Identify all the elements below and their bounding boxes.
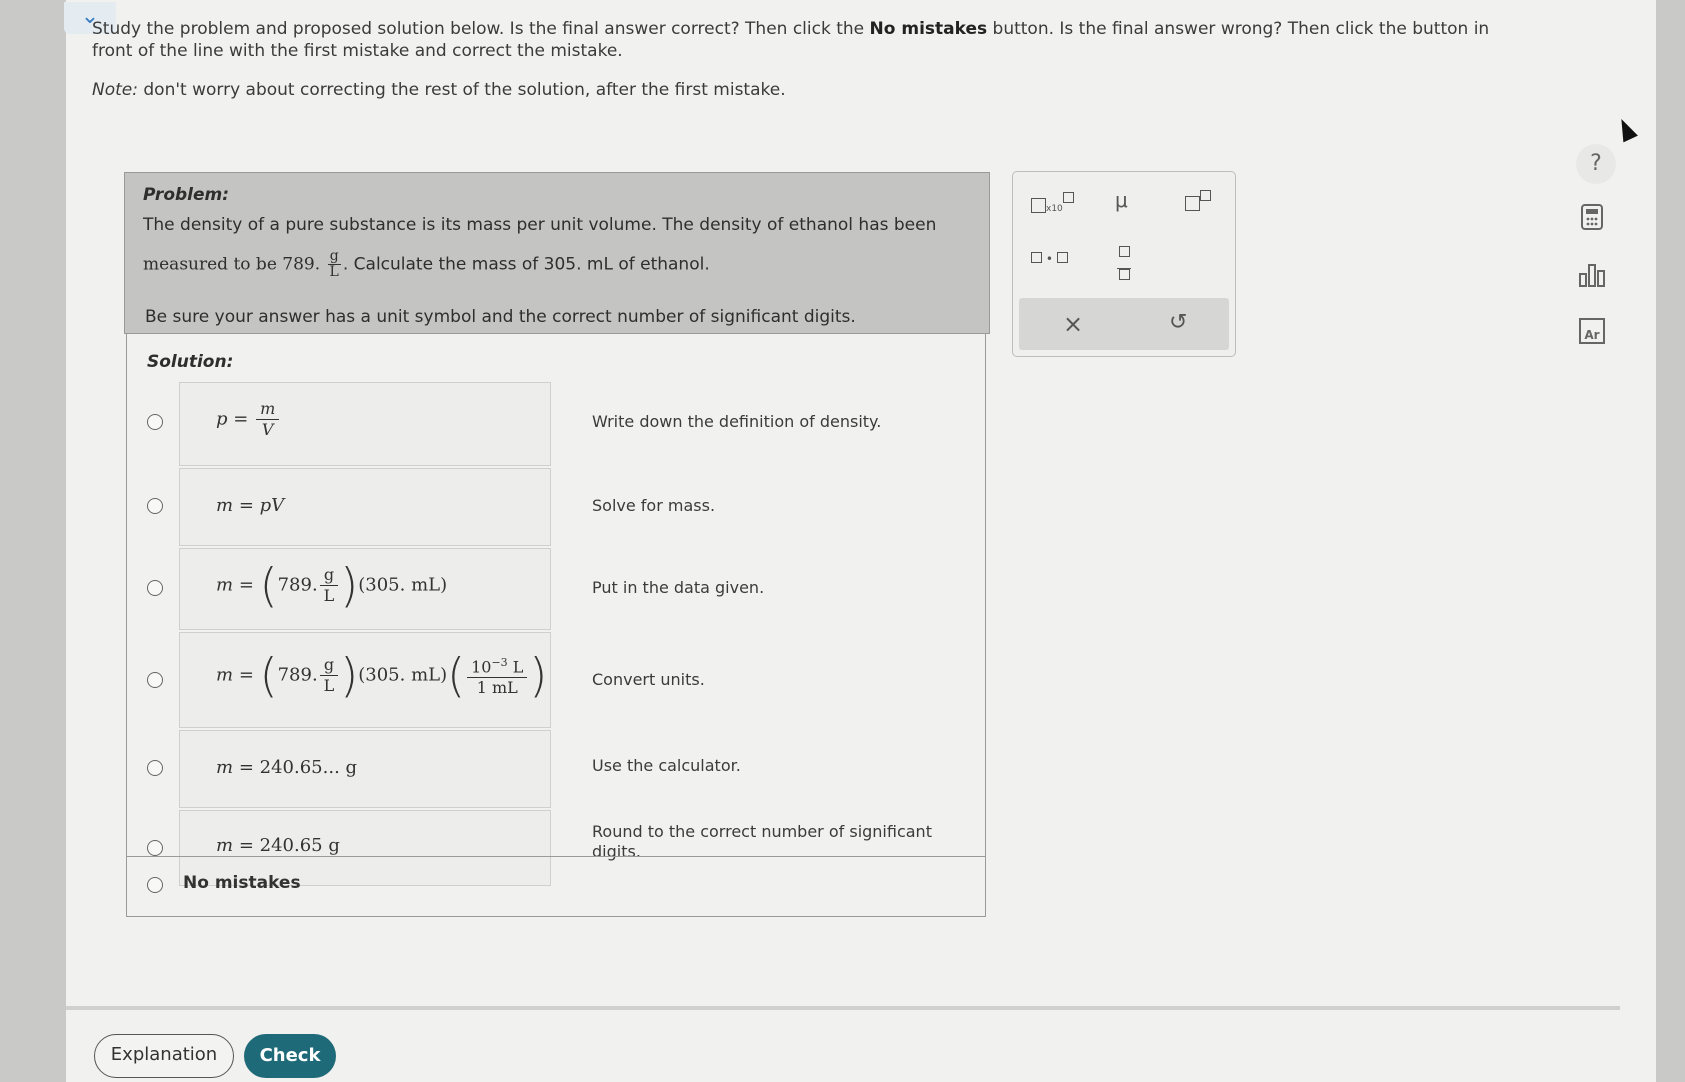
step-2-equation: m = pV (179, 468, 551, 546)
scientific-notation-button[interactable]: x10 (1031, 192, 1074, 216)
step-1-description: Write down the definition of density. (592, 412, 882, 431)
solution-step-2: m = pV Solve for mass. (127, 468, 985, 546)
check-button[interactable]: Check (244, 1034, 336, 1078)
fraction-button[interactable] (1117, 246, 1131, 280)
instructions-no-mistakes-bold: No mistakes (869, 19, 988, 39)
step-1-equation: p = mV (179, 382, 551, 466)
step-4-radio[interactable] (147, 672, 163, 688)
step-4-equation: m = (789. g L)(305. mL)(10−3 L1 mL) (179, 632, 551, 728)
step-5-description: Use the calculator. (592, 756, 741, 775)
solution-title: Solution: (147, 352, 234, 372)
step-5-equation: m = 240.65... g (179, 730, 551, 808)
solution-step-1: p = mV Write down the definition of dens… (127, 382, 985, 466)
clear-icon[interactable]: × (1063, 310, 1083, 338)
step-1-radio[interactable] (147, 414, 163, 430)
solution-step-3: m = (789. g L)(305. mL) Put in the data gi… (127, 548, 985, 630)
step-2-radio[interactable] (147, 498, 163, 514)
mu-button[interactable]: μ (1115, 188, 1128, 212)
no-mistakes-row[interactable]: No mistakes (127, 856, 985, 913)
bottom-divider (66, 1006, 1620, 1010)
data-bar-chart-icon[interactable] (1576, 262, 1608, 294)
no-mistakes-radio[interactable] (147, 877, 163, 893)
step-3-radio[interactable] (147, 580, 163, 596)
step-4-description: Convert units. (592, 670, 705, 689)
no-mistakes-label: No mistakes (183, 873, 301, 893)
problem-box: Problem: The density of a pure substance… (124, 172, 990, 334)
step-3-description: Put in the data given. (592, 578, 765, 597)
solution-step-4: m = (789. g L)(305. mL)(10−3 L1 mL) Conver… (127, 632, 985, 728)
step-2-description: Solve for mass. (592, 496, 716, 515)
math-toolbox: x10 μ • × ↺ (1012, 171, 1236, 357)
solution-box: Solution: p = mV Write down the definiti… (126, 333, 986, 917)
solution-step-5: m = 240.65... g Use the calculator. (127, 730, 985, 808)
instructions: Study the problem and proposed solution … (92, 19, 1490, 61)
superscript-button[interactable] (1185, 190, 1211, 214)
multiply-dot-button[interactable]: • (1031, 252, 1068, 266)
calculator-icon[interactable] (1576, 204, 1608, 236)
density-unit-fraction: gL (327, 248, 341, 280)
problem-line-2: measured to be 789. gL. Calculate the ma… (143, 248, 710, 280)
undo-icon[interactable]: ↺ (1169, 310, 1187, 335)
note: Note: don't worry about correcting the r… (92, 80, 786, 100)
explanation-button[interactable]: Explanation (94, 1034, 234, 1078)
problem-title: Problem: (143, 185, 230, 205)
step-3-equation: m = (789. g L)(305. mL) (179, 548, 551, 630)
problem-line-3: Be sure your answer has a unit symbol an… (145, 307, 856, 327)
periodic-table-icon[interactable]: Ar (1576, 318, 1608, 350)
problem-line-1: The density of a pure substance is its m… (143, 215, 937, 235)
step-6-radio[interactable] (147, 840, 163, 856)
toolbox-actions: × ↺ (1019, 298, 1229, 350)
help-icon[interactable]: ? (1576, 144, 1616, 184)
step-5-radio[interactable] (147, 760, 163, 776)
